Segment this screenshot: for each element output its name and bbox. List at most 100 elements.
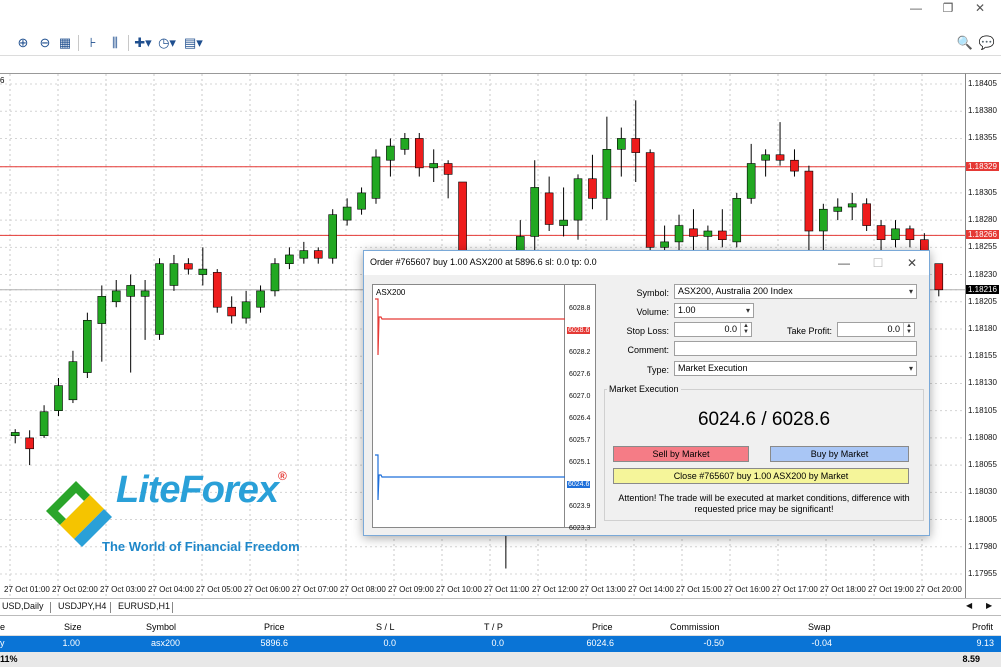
candle xyxy=(631,100,641,182)
take-profit-input[interactable]: 0.0 ▲ ▼ xyxy=(837,322,915,337)
volume-select[interactable]: 1.00 ▾ xyxy=(674,303,754,318)
chart-shift-icon[interactable]: ⊦ xyxy=(84,34,102,52)
price-tick-label: 1.18355 xyxy=(968,133,997,143)
tile-windows-icon[interactable]: ▦ xyxy=(56,34,74,52)
table-row[interactable]: y 1.00 asx200 5896.6 0.0 0.0 6024.6 -0.5… xyxy=(0,636,1001,652)
tick-chart: ASX200 6028.8 6028.6 6028.2 6027.6 6027.0 602… xyxy=(372,284,596,532)
candle xyxy=(111,280,121,308)
price-tick-label: 1.18255 xyxy=(968,242,997,252)
col-header[interactable]: Price xyxy=(592,622,613,632)
templates-icon[interactable]: ▤▾ xyxy=(184,34,203,52)
price-tick-label: 1.18266 xyxy=(966,230,999,240)
price-tick-label: 1.18205 xyxy=(968,296,997,306)
tab-eurusd-h1[interactable]: EURUSD,H1 xyxy=(118,601,170,611)
close-order-button[interactable]: Close #765607 buy 1.00 ASX200 by Market xyxy=(613,468,909,484)
candle-body xyxy=(703,230,713,237)
zoom-out-icon[interactable]: ⊖ xyxy=(36,34,54,52)
candle-body xyxy=(559,219,568,226)
candle xyxy=(285,247,294,270)
price-tick-label: 1.18030 xyxy=(968,487,997,497)
col-header[interactable]: Commission xyxy=(670,622,720,632)
candle-body xyxy=(530,187,540,237)
candle xyxy=(328,209,337,264)
candle xyxy=(588,154,597,210)
candle-body xyxy=(905,228,915,241)
dialog-titlebar[interactable]: Order #765607 buy 1.00 ASX200 at 5896.6 … xyxy=(364,251,929,275)
time-tick-label: 27 Oct 09:00 xyxy=(388,585,434,594)
tick-price-label: 6027.0 xyxy=(569,393,591,400)
col-header[interactable]: Profit xyxy=(972,622,993,632)
tabs-scroll-right-icon[interactable]: ▶ xyxy=(986,601,992,610)
candle-body xyxy=(111,290,121,303)
search-icon[interactable]: 🔍 xyxy=(956,34,974,52)
candle-body xyxy=(386,145,395,161)
time-tick-label: 27 Oct 17:00 xyxy=(772,585,818,594)
price-tick-label: 1.18005 xyxy=(968,514,997,524)
sell-by-market-button[interactable]: Sell by Market xyxy=(613,446,749,462)
candle-body xyxy=(588,178,597,199)
time-tick-label: 27 Oct 20:00 xyxy=(916,585,962,594)
col-header[interactable]: S / L xyxy=(376,622,395,632)
dialog-minimize-button[interactable]: — xyxy=(830,254,858,272)
candle xyxy=(212,269,222,313)
dialog-maximize-button[interactable]: ☐ xyxy=(864,254,892,272)
candle-body xyxy=(54,385,63,411)
cell-current-price: 6024.6 xyxy=(586,638,614,648)
candle-body xyxy=(429,163,439,169)
cell-open-price: 5896.6 xyxy=(260,638,288,648)
col-header[interactable]: e xyxy=(0,622,5,632)
candle-body xyxy=(573,178,583,221)
close-window-button[interactable]: ✕ xyxy=(960,0,1000,16)
price-tick-label: 1.18405 xyxy=(968,79,997,88)
time-tick-label: 27 Oct 12:00 xyxy=(532,585,578,594)
candle-body xyxy=(68,361,78,401)
periods-icon[interactable]: ◷▾ xyxy=(158,34,176,52)
candle-body xyxy=(256,290,265,308)
candle-body xyxy=(689,228,698,237)
candle-body xyxy=(227,306,236,317)
time-tick-label: 27 Oct 10:00 xyxy=(436,585,482,594)
tab-usdjpy-h4[interactable]: USDJPY,H4 xyxy=(58,601,106,611)
price-tick-label: 1.18180 xyxy=(968,324,997,333)
col-header[interactable]: Swap xyxy=(808,622,831,632)
price-tick-label: 1.18080 xyxy=(968,432,997,442)
comment-label: Comment: xyxy=(627,345,669,355)
candle xyxy=(241,290,251,324)
candle-body xyxy=(371,156,381,199)
candle-body xyxy=(83,319,92,373)
price-tick-label: 1.18380 xyxy=(968,106,997,116)
time-tick-label: 27 Oct 18:00 xyxy=(820,585,866,594)
col-header[interactable]: T / P xyxy=(484,622,503,632)
comment-input[interactable] xyxy=(674,341,917,356)
tick-price-label: 6025.7 xyxy=(569,437,591,444)
autoscroll-icon[interactable]: ⫼ xyxy=(106,34,124,52)
candle xyxy=(746,143,756,204)
tick-price-label: 6025.1 xyxy=(569,459,591,466)
cell-sl: 0.0 xyxy=(383,638,396,648)
symbol-select[interactable]: ASX200, Australia 200 Index ▾ xyxy=(674,284,917,299)
candle xyxy=(227,296,236,324)
col-header[interactable]: Price xyxy=(264,622,285,632)
candle xyxy=(718,209,727,248)
buy-by-market-button[interactable]: Buy by Market xyxy=(770,446,909,462)
tabs-scroll-left-icon[interactable]: ◀ xyxy=(966,601,972,610)
col-header[interactable]: Symbol xyxy=(146,622,176,632)
candle xyxy=(891,220,900,248)
chat-icon[interactable]: 💬 xyxy=(978,34,996,52)
candle xyxy=(342,198,352,226)
col-header[interactable]: Size xyxy=(64,622,82,632)
tab-usd-daily[interactable]: USD,Daily xyxy=(2,601,44,611)
order-type-select[interactable]: Market Execution ▾ xyxy=(674,361,917,376)
symbol-label: Symbol: xyxy=(636,288,669,298)
dialog-close-button[interactable]: ✕ xyxy=(898,254,926,272)
candle-body xyxy=(718,230,727,241)
indicators-icon[interactable]: ✚▾ xyxy=(134,34,152,52)
candle xyxy=(689,209,698,253)
candle-body xyxy=(674,225,684,243)
candle xyxy=(386,138,395,177)
candle xyxy=(732,192,742,248)
candle-body xyxy=(833,206,843,212)
zoom-in-icon[interactable]: ⊕ xyxy=(14,34,32,52)
candle-body xyxy=(400,138,410,150)
cell-commission: -0.50 xyxy=(703,638,724,648)
